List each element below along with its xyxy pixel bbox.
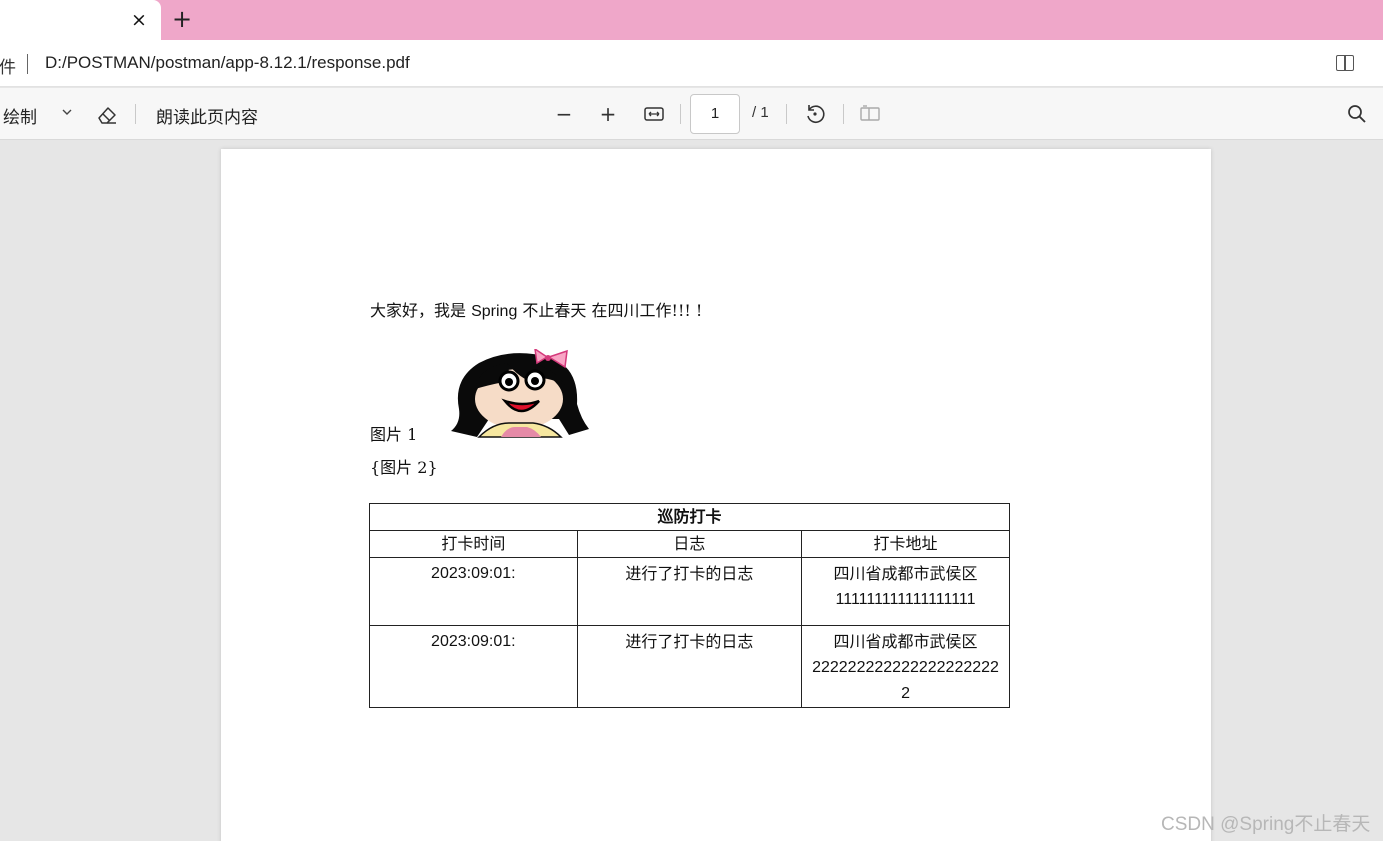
page-number-input[interactable]: 1 bbox=[690, 94, 740, 134]
page-total: / 1 bbox=[752, 104, 769, 121]
pdf-toolbar: 绘制 朗读此页内容 − + 1 / 1 bbox=[0, 88, 1383, 140]
read-aloud-button[interactable]: 朗读此页内容 bbox=[156, 103, 258, 128]
table-cell-address: 四川省成都市武侯区 111111111111111111 bbox=[801, 557, 1010, 626]
table-row: 2023:09:01: 进行了打卡的日志 四川省成都市武侯区 222222222… bbox=[369, 625, 1010, 708]
address-number: 111111111111111111 bbox=[835, 591, 976, 608]
rotate-icon[interactable] bbox=[803, 102, 827, 126]
address-number: 222222222222222222222 bbox=[812, 659, 999, 676]
table-header: 打卡地址 bbox=[801, 530, 1010, 558]
patrol-table: 巡防打卡 打卡时间 日志 打卡地址 2023:09:01: 进行了打卡的日志 四… bbox=[369, 503, 1010, 708]
draw-button[interactable]: 绘制 bbox=[3, 103, 37, 128]
table-cell-time: 2023:09:01: bbox=[369, 625, 578, 708]
address-divider bbox=[27, 54, 28, 74]
tab-strip: × + bbox=[0, 0, 1383, 40]
new-tab-icon[interactable]: + bbox=[170, 7, 194, 33]
table-cell-log: 进行了打卡的日志 bbox=[576, 625, 803, 708]
split-screen-icon[interactable] bbox=[1336, 55, 1354, 71]
greeting-part-latin: Spring bbox=[471, 303, 518, 320]
search-icon[interactable] bbox=[1345, 102, 1369, 126]
table-cell-address: 四川省成都市武侯区 222222222222222222222 2 bbox=[801, 625, 1010, 708]
address-number-overflow: 2 bbox=[901, 685, 910, 702]
address-bar: 件 D:/POSTMAN/postman/app-8.12.1/response… bbox=[0, 40, 1383, 87]
eraser-icon[interactable] bbox=[96, 104, 118, 126]
pdf-page: 大家好，我是 Spring 不止春天 在四川工作!!! ! 图片 1 {图片 2… bbox=[221, 149, 1211, 841]
table-caption: 巡防打卡 bbox=[369, 503, 1010, 531]
page-view-icon[interactable] bbox=[858, 102, 882, 126]
greeting-part-1: 大家好，我是 bbox=[370, 301, 472, 320]
table-header: 打卡时间 bbox=[369, 530, 578, 558]
greeting-part-2: 不止春天 在四川工作!!! ! bbox=[517, 301, 703, 320]
image2-placeholder: {图片 2} bbox=[370, 458, 438, 477]
active-tab[interactable]: × bbox=[0, 0, 161, 40]
fit-width-icon[interactable] bbox=[642, 102, 666, 126]
table-header: 日志 bbox=[576, 530, 803, 558]
greeting-text: 大家好，我是 Spring 不止春天 在四川工作!!! ! bbox=[370, 297, 702, 321]
table-cell-time: 2023:09:01: bbox=[369, 557, 578, 626]
toolbar-divider bbox=[786, 104, 787, 124]
close-icon[interactable]: × bbox=[128, 9, 150, 31]
csdn-watermark: CSDN @Spring不止春天 bbox=[1161, 814, 1371, 835]
zoom-out-button[interactable]: − bbox=[552, 102, 576, 126]
toolbar-divider bbox=[843, 104, 844, 124]
table-cell-log: 进行了打卡的日志 bbox=[576, 557, 803, 626]
toolbar-divider bbox=[680, 104, 681, 124]
zoom-in-button[interactable]: + bbox=[596, 102, 620, 126]
cartoon-girl-image bbox=[451, 349, 589, 438]
address-text: 四川省成都市武侯区 bbox=[833, 632, 978, 651]
image1-label: 图片 1 bbox=[370, 425, 418, 444]
toolbar-divider bbox=[135, 104, 136, 124]
chevron-down-icon[interactable] bbox=[60, 105, 74, 119]
address-prefix: 件 bbox=[0, 58, 16, 78]
table-row: 2023:09:01: 进行了打卡的日志 四川省成都市武侯区 111111111… bbox=[369, 557, 1010, 626]
address-text: 四川省成都市武侯区 bbox=[833, 564, 978, 583]
address-url[interactable]: D:/POSTMAN/postman/app-8.12.1/response.p… bbox=[45, 53, 410, 73]
